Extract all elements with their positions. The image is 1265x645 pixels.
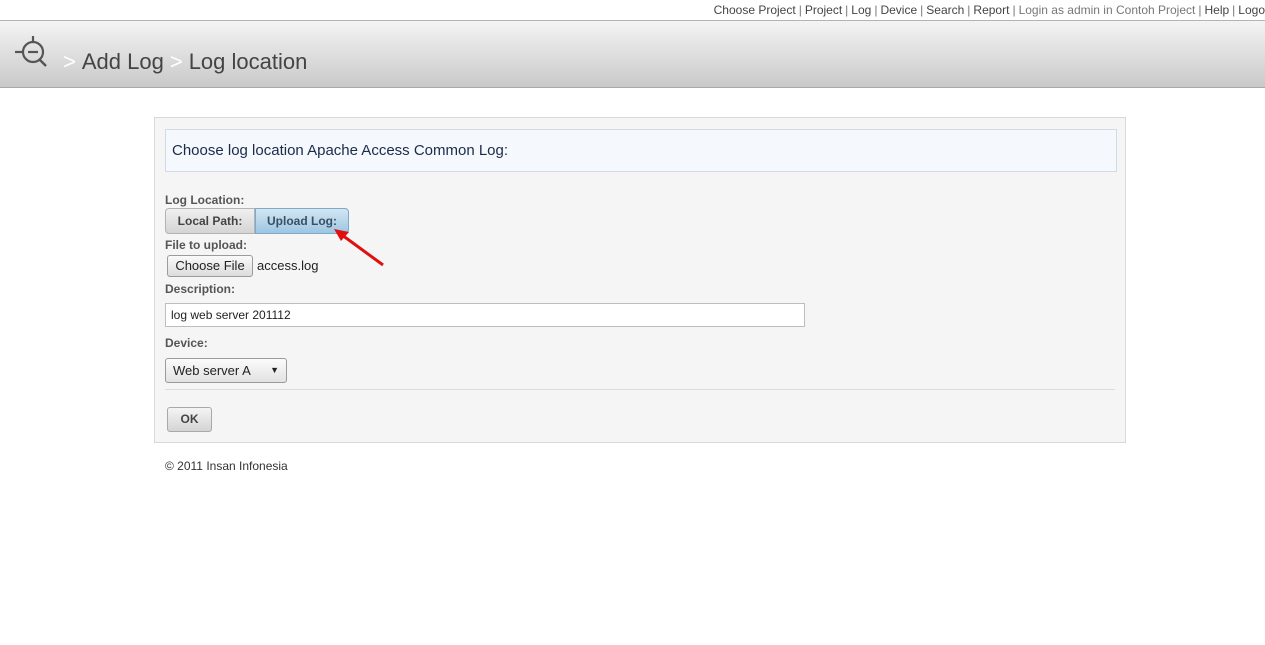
log-location-toggle: Local Path: Upload Log: xyxy=(165,208,349,234)
breadcrumb-separator: > xyxy=(63,49,76,74)
magnifier-target-logo-icon[interactable] xyxy=(13,33,53,73)
nav-device[interactable]: Device xyxy=(880,3,917,17)
form-divider xyxy=(165,389,1115,390)
description-label: Description: xyxy=(165,282,236,296)
file-upload-label: File to upload: xyxy=(165,238,247,252)
dropdown-arrow-icon: ▼ xyxy=(270,365,279,375)
nav-help[interactable]: Help xyxy=(1204,3,1229,17)
log-location-label: Log Location: xyxy=(165,193,245,207)
description-input[interactable]: log web server 201112 xyxy=(165,303,805,327)
footer-copyright: © 2011 Insan Infonesia xyxy=(165,459,288,473)
device-selected-value: Web server A xyxy=(173,363,251,378)
breadcrumb-add-log[interactable]: Add Log xyxy=(82,49,164,74)
breadcrumb-separator: > xyxy=(169,49,183,74)
top-navigation: Choose Project | Project | Log | Device | Search… xyxy=(713,3,1265,17)
login-status: Login as admin in Contoh Project xyxy=(1018,3,1196,17)
breadcrumb-log-location: Log location xyxy=(188,49,308,74)
local-path-button[interactable]: Local Path: xyxy=(165,208,255,234)
device-label: Device: xyxy=(165,336,208,350)
choose-file-button[interactable]: Choose File xyxy=(167,255,253,277)
nav-logout[interactable]: Logo xyxy=(1238,3,1265,17)
selected-file-name: access.log xyxy=(257,258,319,273)
red-annotation-arrow-icon xyxy=(334,229,384,267)
nav-log[interactable]: Log xyxy=(851,3,871,17)
breadcrumb: > Add Log > Log location xyxy=(63,49,307,75)
page-header: > Add Log > Log location xyxy=(0,20,1265,88)
nav-choose-project[interactable]: Choose Project xyxy=(714,3,796,17)
log-location-form: Choose log location Apache Access Common… xyxy=(154,117,1126,443)
device-select[interactable]: Web server A ▼ xyxy=(165,358,287,383)
nav-report[interactable]: Report xyxy=(973,3,1009,17)
nav-project[interactable]: Project xyxy=(805,3,842,17)
nav-search[interactable]: Search xyxy=(926,3,964,17)
info-message: Choose log location Apache Access Common… xyxy=(165,129,1117,172)
ok-button[interactable]: OK xyxy=(167,407,212,432)
